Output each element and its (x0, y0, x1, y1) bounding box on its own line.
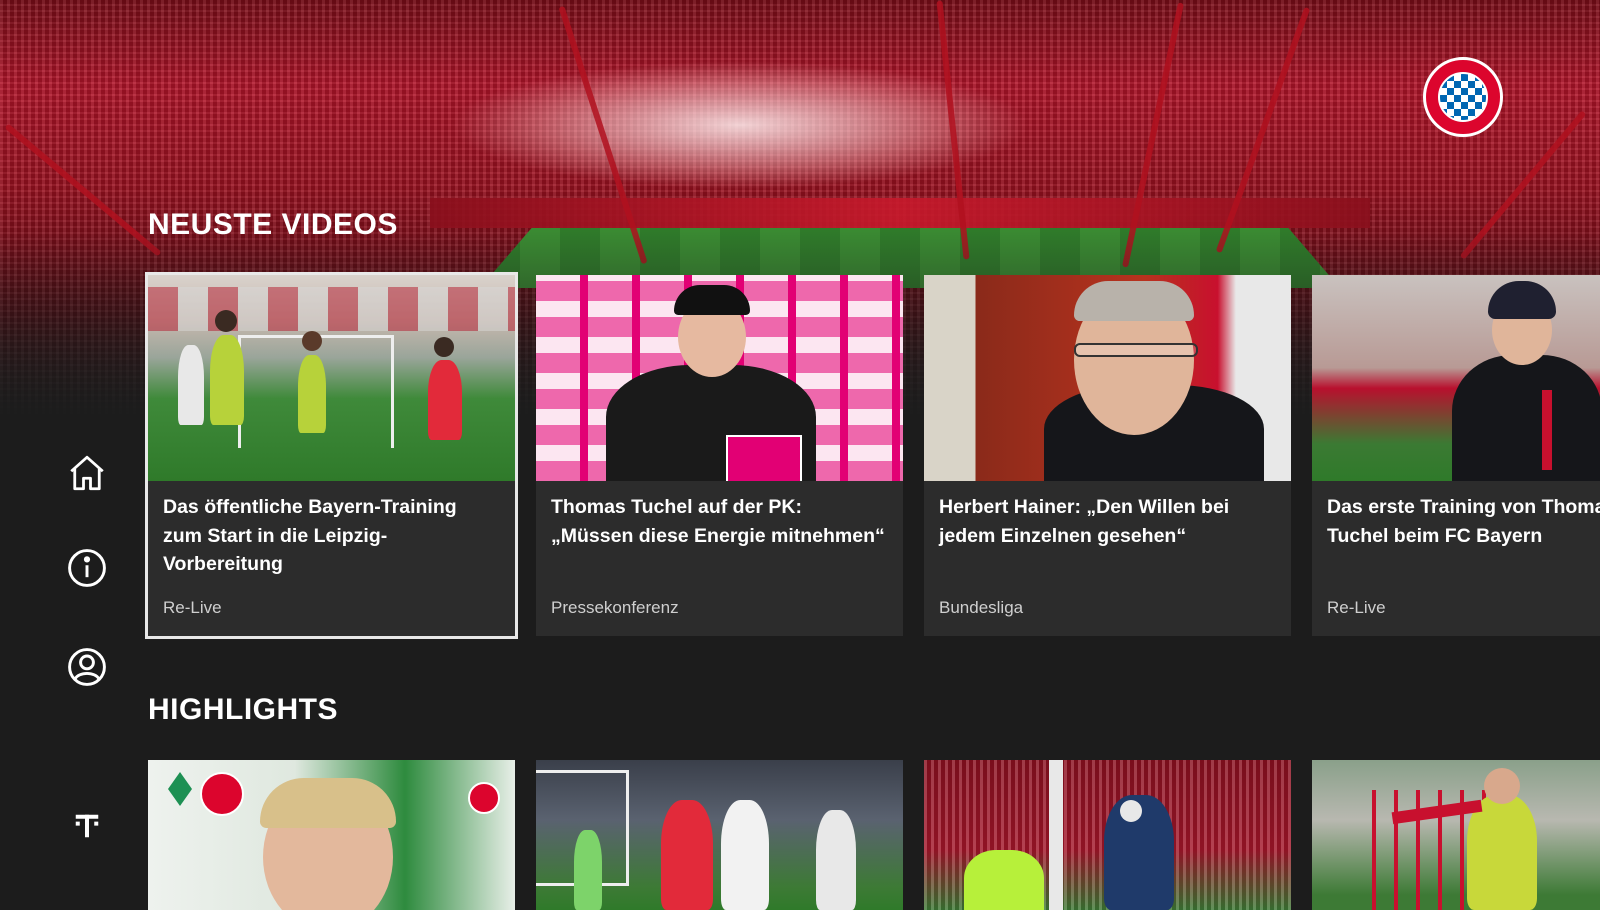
highlight-card[interactable] (924, 760, 1291, 910)
section-title-highlights: HIGHLIGHTS (148, 693, 338, 726)
crest-diamonds (1438, 72, 1488, 122)
video-category: Pressekonferenz (551, 598, 679, 617)
video-card[interactable]: Herbert Hainer: „Den Willen bei jedem Ei… (924, 275, 1291, 636)
bayern-crest-logo (468, 782, 500, 814)
highlight-card[interactable] (536, 760, 903, 910)
video-category: Re-Live (1327, 598, 1386, 617)
highlight-card[interactable] (148, 760, 515, 910)
video-card[interactable]: Das öffentliche Bayern-Training zum Star… (145, 272, 518, 639)
highlights-row (148, 760, 1600, 910)
video-thumbnail (1312, 275, 1600, 481)
video-title: Das öffentliche Bayern-Training zum Star… (163, 496, 457, 575)
section-title-latest-videos: NEUSTE VIDEOS (148, 208, 398, 241)
video-category: Bundesliga (939, 598, 1024, 617)
highlight-card[interactable] (1312, 760, 1600, 910)
telekom-t-icon[interactable] (64, 803, 110, 849)
profile-icon[interactable] (64, 644, 110, 690)
video-card[interactable]: Das erste Training von Thomas Tuchel bei… (1312, 275, 1600, 636)
video-title: Herbert Hainer: „Den Willen bei jedem Ei… (939, 496, 1230, 547)
video-category: Re-Live (163, 598, 222, 617)
info-icon[interactable] (64, 545, 110, 591)
bayern-crest-logo (200, 772, 244, 816)
video-card[interactable]: Thomas Tuchel auf der PK: „Müssen diese … (536, 275, 903, 636)
video-thumbnail (148, 275, 515, 481)
club-crest-logo (1423, 57, 1503, 137)
werder-crest-logo (168, 772, 192, 806)
home-icon[interactable] (64, 450, 110, 496)
video-title: Das erste Training von Thomas Tuchel bei… (1327, 496, 1600, 547)
video-thumbnail (924, 275, 1291, 481)
video-title: Thomas Tuchel auf der PK: „Müssen diese … (551, 496, 885, 547)
latest-videos-row: Das öffentliche Bayern-Training zum Star… (145, 272, 1600, 639)
video-thumbnail (536, 275, 903, 481)
